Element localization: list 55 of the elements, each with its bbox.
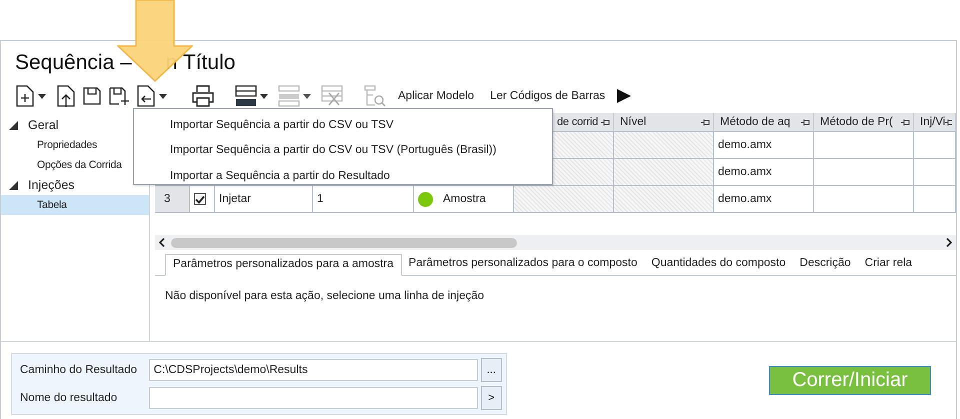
- table-cell: Amostra: [443, 193, 486, 205]
- caret-icon[interactable]: [260, 94, 268, 98]
- move-row-icon: [278, 85, 300, 107]
- input-field[interactable]: C:\CDSProjects\demo\Results: [148, 358, 478, 380]
- apply-template-button[interactable]: Aplicar Modelo: [393, 90, 480, 102]
- pin-icon[interactable]: [801, 118, 810, 126]
- pin-icon[interactable]: [901, 118, 910, 126]
- column-header[interactable]: Método de Pr(: [814, 113, 914, 131]
- table-cell: 1: [313, 186, 414, 212]
- column-header[interactable]: Inj/Vi: [914, 113, 956, 131]
- upload-icon[interactable]: [56, 84, 76, 108]
- window-title: n Título: [166, 51, 236, 75]
- import-icon[interactable]: [136, 85, 156, 107]
- caret-icon[interactable]: [159, 94, 167, 98]
- tab[interactable]: Descrição: [792, 254, 858, 275]
- browse-button[interactable]: >: [480, 386, 502, 410]
- read-barcodes-button[interactable]: Ler Códigos de Barras: [485, 90, 610, 102]
- column-header[interactable]: Método de aq: [714, 113, 814, 131]
- template-icon: [363, 85, 387, 107]
- row-checkbox[interactable]: [194, 193, 206, 205]
- pin-icon[interactable]: [601, 118, 610, 126]
- table-cell: demo.amx: [714, 132, 814, 158]
- caret-icon[interactable]: [38, 94, 46, 98]
- browse-button[interactable]: ...: [480, 358, 502, 382]
- tab[interactable]: Parâmetros personalizados para o composto: [402, 254, 644, 275]
- play-icon[interactable]: [616, 88, 632, 104]
- row-number: 3: [155, 186, 190, 212]
- window-title: Sequência –: [15, 51, 132, 75]
- expand-triangle-icon[interactable]: [9, 120, 18, 130]
- table-cell: Injetar: [215, 186, 313, 212]
- caret-icon: [303, 94, 311, 98]
- expand-triangle-icon[interactable]: [9, 180, 18, 190]
- horizontal-scrollbar[interactable]: [155, 235, 956, 250]
- save-icon[interactable]: [82, 86, 102, 106]
- column-header[interactable]: Nível: [614, 113, 714, 131]
- tab[interactable]: Quantidades do composto: [644, 254, 793, 275]
- pin-icon[interactable]: [945, 118, 952, 126]
- new-file-icon[interactable]: [15, 85, 35, 107]
- printer-icon[interactable]: [191, 85, 215, 107]
- tab[interactable]: Criar rela: [858, 254, 920, 275]
- field-label: Nome do resultado: [19, 392, 118, 404]
- save-as-icon[interactable]: [108, 86, 130, 106]
- info-message: Não disponível para esta ação, selecione uma linha de injeção: [164, 289, 486, 302]
- scroll-left-icon[interactable]: [159, 238, 165, 247]
- pin-icon[interactable]: [701, 118, 710, 126]
- table-cell: demo.amx: [714, 186, 814, 212]
- scroll-right-icon[interactable]: [946, 238, 952, 247]
- field-label: Caminho do Resultado: [19, 364, 138, 376]
- tree-item[interactable]: Tabela: [1, 195, 149, 215]
- tab[interactable]: Parâmetros personalizados para a amostra: [165, 254, 402, 276]
- menu-item[interactable]: Importar Sequência a partir do CSV ou TSV (Português (Brasil)): [134, 138, 552, 163]
- delete-row-icon: [321, 85, 343, 107]
- input-field[interactable]: [148, 386, 478, 408]
- table-cell: demo.amx: [714, 159, 814, 185]
- insert-row-icon[interactable]: [235, 85, 257, 107]
